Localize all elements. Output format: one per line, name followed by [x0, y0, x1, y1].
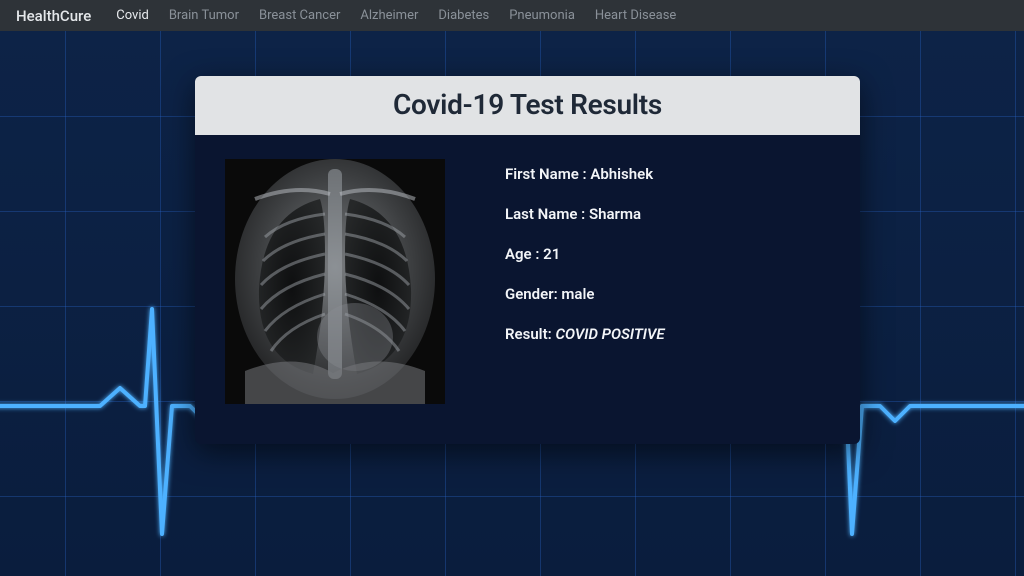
nav-link-covid[interactable]: Covid: [107, 4, 158, 27]
gender-value: male: [561, 285, 594, 303]
result-value: COVID POSITIVE: [555, 325, 664, 343]
age-value: 21: [543, 245, 560, 263]
card-header: Covid-19 Test Results: [195, 76, 860, 135]
result-label: Result:: [505, 325, 555, 343]
last-name-label: Last Name :: [505, 205, 589, 223]
nav-link-brain-tumor[interactable]: Brain Tumor: [160, 4, 248, 27]
age-row: Age : 21: [505, 245, 665, 263]
first-name-value: Abhishek: [590, 165, 653, 183]
card-body: First Name : Abhishek Last Name : Sharma…: [195, 135, 860, 444]
navbar: HealthCure Covid Brain Tumor Breast Canc…: [0, 0, 1024, 31]
first-name-row: First Name : Abhishek: [505, 165, 665, 183]
nav-link-heart-disease[interactable]: Heart Disease: [586, 4, 685, 27]
last-name-row: Last Name : Sharma: [505, 205, 665, 223]
card-title: Covid-19 Test Results: [195, 88, 860, 121]
patient-details: First Name : Abhishek Last Name : Sharma…: [505, 159, 665, 343]
results-card: Covid-19 Test Results: [195, 76, 860, 444]
gender-row: Gender: male: [505, 285, 665, 303]
age-label: Age :: [505, 245, 543, 263]
result-row: Result: COVID POSITIVE: [505, 325, 665, 343]
nav-link-alzheimer[interactable]: Alzheimer: [351, 4, 427, 27]
nav-link-pneumonia[interactable]: Pneumonia: [500, 4, 584, 27]
first-name-label: First Name :: [505, 165, 590, 183]
gender-label: Gender:: [505, 285, 561, 303]
brand-logo[interactable]: HealthCure: [16, 7, 91, 25]
xray-image: [225, 159, 445, 404]
last-name-value: Sharma: [589, 205, 641, 223]
nav-link-breast-cancer[interactable]: Breast Cancer: [250, 4, 349, 27]
nav-link-diabetes[interactable]: Diabetes: [429, 4, 498, 27]
